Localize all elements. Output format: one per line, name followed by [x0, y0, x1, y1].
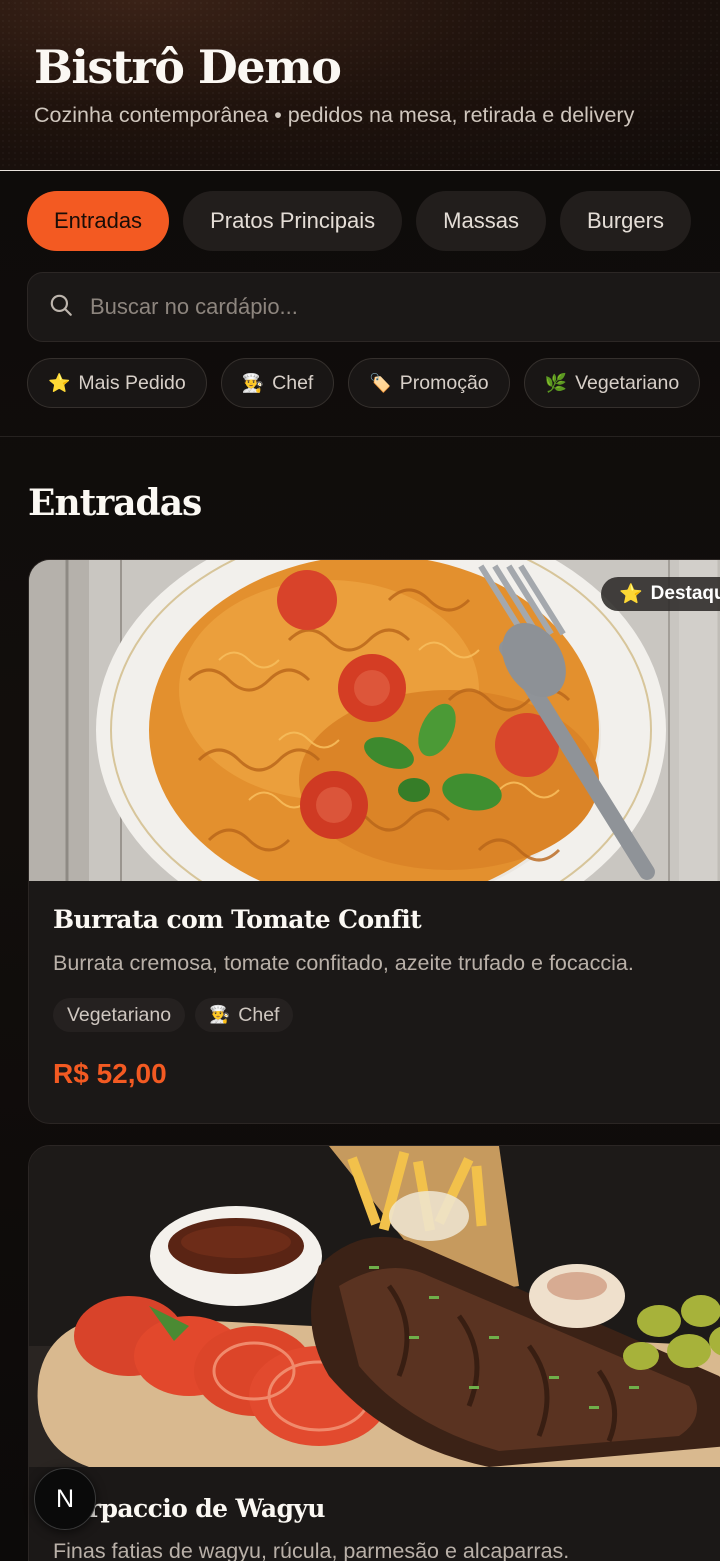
- restaurant-header: Bistrô Demo Cozinha contemporânea • pedi…: [0, 0, 720, 171]
- chef-icon: 👨‍🍳: [209, 1005, 231, 1024]
- filter-chip-label: Chef: [272, 371, 314, 394]
- tab-entradas[interactable]: Entradas: [27, 191, 170, 251]
- item-description: Finas fatias de wagyu, rúcula, parmesão …: [53, 1539, 570, 1561]
- featured-badge: ⭐ Destaque: [601, 577, 720, 611]
- filter-chips: ⭐ Mais Pedido 👨‍🍳 Chef 🏷️ Promoção 🌿 Veg…: [27, 358, 701, 408]
- menu-item-card[interactable]: ⭐ Destaque Burrata com Tomate Confit Bur…: [28, 559, 720, 1124]
- item-name: Burrata com Tomate Confit: [53, 905, 422, 934]
- tab-massas[interactable]: Massas: [416, 191, 546, 251]
- filter-chip-label: Promoção: [399, 371, 489, 394]
- divider: [0, 436, 720, 437]
- filter-chip-chef[interactable]: 👨‍🍳 Chef: [220, 358, 335, 408]
- restaurant-name: Bistrô Demo: [34, 40, 342, 94]
- featured-badge-label: Destaque: [650, 583, 720, 604]
- item-price: R$ 52,00: [53, 1058, 167, 1089]
- filter-chip-promocao[interactable]: 🏷️ Promoção: [348, 358, 510, 408]
- filter-chip-mais-pedido[interactable]: ⭐ Mais Pedido: [27, 358, 207, 408]
- tab-pratos-principais[interactable]: Pratos Principais: [183, 191, 403, 251]
- tag-vegetariano: Vegetariano: [53, 998, 186, 1032]
- tag-label: Vegetariano: [67, 1003, 172, 1026]
- pasta-photo: ⭐ Destaque: [29, 560, 720, 881]
- filter-chip-label: Mais Pedido: [78, 371, 186, 394]
- menu-item-card[interactable]: Carpaccio de Wagyu Finas fatias de wagyu…: [28, 1145, 720, 1561]
- search-bar[interactable]: [27, 272, 720, 342]
- star-icon: ⭐: [48, 372, 71, 393]
- leaf-icon: 🌿: [544, 372, 568, 393]
- tag-chef: 👨‍🍳 Chef: [195, 998, 294, 1032]
- ribs-photo: [29, 1146, 720, 1467]
- tag-icon: 🏷️: [369, 372, 392, 393]
- filter-chip-label: Vegetariano: [575, 371, 680, 394]
- item-tags: Vegetariano 👨‍🍳 Chef: [53, 998, 294, 1032]
- star-icon: ⭐: [619, 584, 643, 605]
- tab-burgers[interactable]: Burgers: [559, 191, 691, 251]
- category-tabs: Entradas Pratos Principais Massas Burger…: [27, 191, 691, 251]
- restaurant-subtitle: Cozinha contemporânea • pedidos na mesa,…: [34, 103, 635, 127]
- floating-user-button[interactable]: N: [34, 1468, 96, 1530]
- search-input[interactable]: [88, 293, 652, 321]
- chef-icon: 👨‍🍳: [241, 372, 265, 393]
- filter-chip-vegetariano[interactable]: 🌿 Vegetariano: [523, 358, 701, 408]
- item-description: Burrata cremosa, tomate confitado, azeit…: [53, 951, 634, 975]
- search-icon: [48, 292, 74, 323]
- menu-page: Bistrô Demo Cozinha contemporânea • pedi…: [0, 0, 720, 1561]
- section-title: Entradas: [28, 482, 202, 524]
- tag-label: Chef: [238, 1003, 280, 1026]
